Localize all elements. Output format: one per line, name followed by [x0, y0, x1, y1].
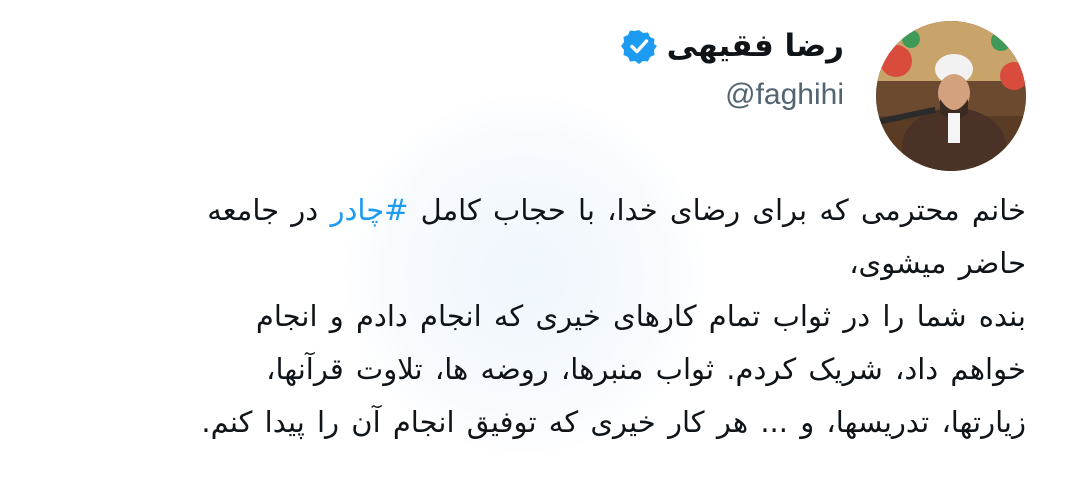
- avatar-photo: [876, 21, 1026, 171]
- tweet-line-5: زیارتها، تدریسها، و ... هر کار خیری که ت…: [201, 405, 1026, 439]
- tweet-line-4: خواهم داد، شریک کردم. ثواب منبرها، روضه …: [266, 352, 1026, 386]
- tweet-card: رضا فقیهی @faghihi خانم محترمی که برای ر…: [0, 0, 1080, 482]
- author-handle[interactable]: @faghihi: [725, 78, 844, 112]
- verified-badge-icon: [620, 30, 657, 64]
- tweet-line-1: خانم محترمی که برای رضای خدا، با حجاب کا…: [36, 184, 1026, 237]
- tweet-line-1-suffix: در جامعه: [207, 193, 331, 227]
- tweet-line-1-prefix: خانم محترمی که برای رضای خدا، با حجاب کا…: [408, 193, 1026, 227]
- avatar[interactable]: [876, 21, 1026, 171]
- tweet-text: خانم محترمی که برای رضای خدا، با حجاب کا…: [36, 184, 1026, 449]
- author-name-row[interactable]: رضا فقیهی: [620, 26, 844, 66]
- author-display-name[interactable]: رضا فقیهی: [667, 28, 844, 64]
- hashtag-link[interactable]: #چادر: [330, 193, 408, 227]
- tweet-line-3: بنده شما را در ثواب تمام کارهای خیری که …: [255, 299, 1026, 333]
- tweet-line-2: حاضر میشوی،: [849, 246, 1026, 280]
